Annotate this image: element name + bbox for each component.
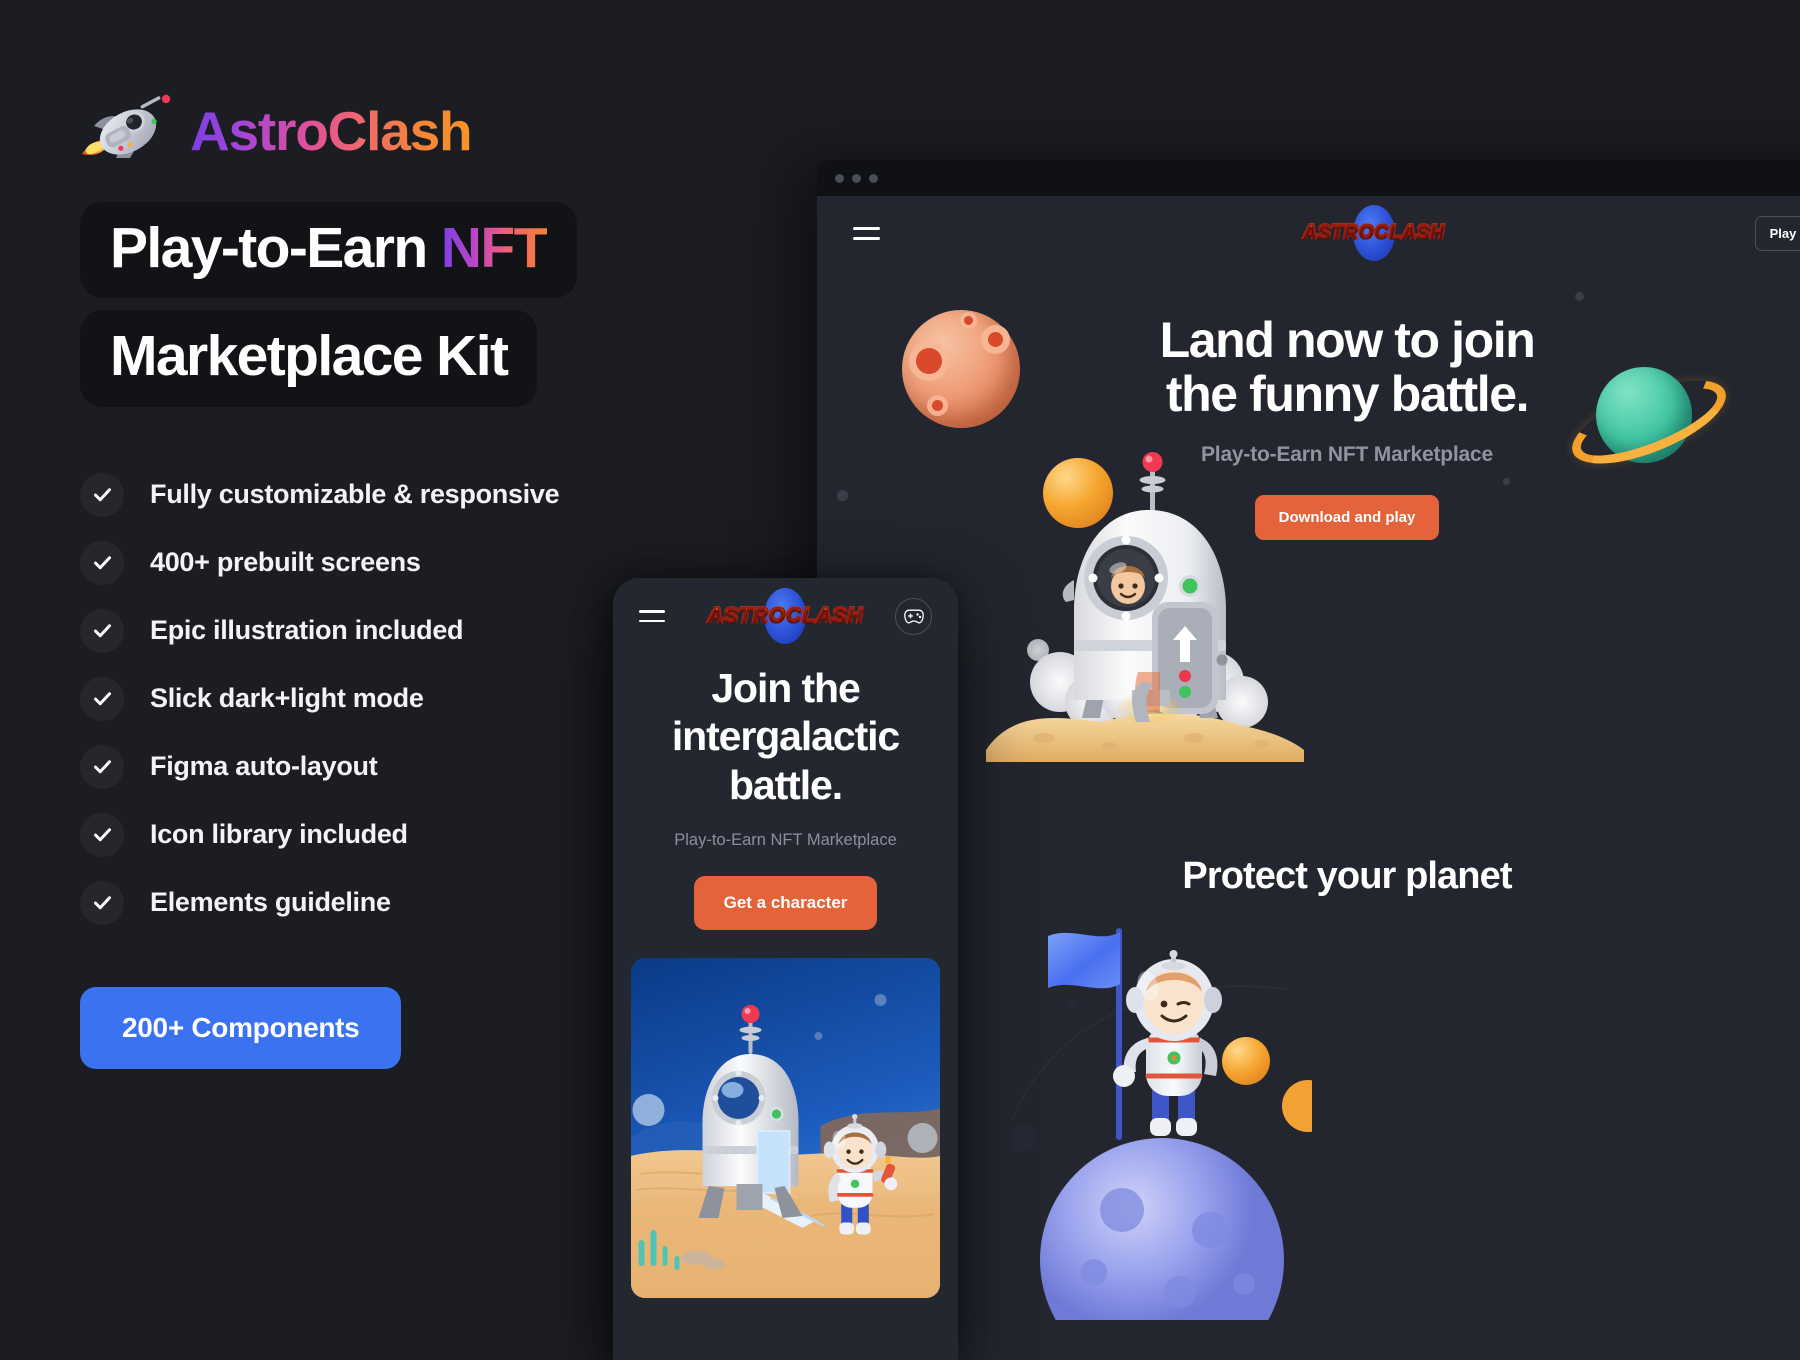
hero-title: Land now to join the funny battle.	[1159, 312, 1536, 422]
components-cta-button[interactable]: 200+ Components	[80, 986, 402, 1069]
headline-text-line2: Marketplace Kit	[110, 324, 509, 389]
astronaut-flag-illustration	[1001, 900, 1334, 1360]
rocket-illustration	[974, 450, 1314, 770]
feature-label: Fully customizable & responsive	[150, 479, 560, 510]
mobile-hero-image	[631, 958, 940, 1299]
headline-line-1: Play-to-Earn NFT	[80, 202, 577, 299]
desktop-navbar: ASTROCLASH Play now	[817, 196, 1800, 270]
window-dot-minimize[interactable]	[852, 173, 861, 183]
headline: Play-to-Earn NFT Marketplace Kit	[80, 202, 780, 419]
mobile-hero: Join the intergalactic battle. Play-to-E…	[613, 654, 958, 931]
mobile-navbar: ASTROCLASH	[613, 578, 958, 654]
brand-lockup: AstroClash	[80, 88, 780, 174]
mobile-hero-title: Join the intergalactic battle.	[671, 665, 900, 808]
rocket-icon	[80, 92, 176, 170]
desktop-site-logo[interactable]: ASTROCLASH	[1302, 205, 1446, 261]
window-dot-close[interactable]	[835, 173, 844, 183]
get-a-character-button[interactable]: Get a character	[693, 876, 878, 931]
check-icon	[80, 472, 124, 517]
logo-wordmark: ASTROCLASH	[1302, 221, 1446, 245]
check-icon	[80, 608, 124, 653]
feature-label: Epic illustration included	[150, 615, 464, 646]
play-now-button[interactable]: Play now	[1754, 215, 1800, 251]
check-icon	[80, 744, 124, 789]
feature-label: Elements guideline	[150, 887, 391, 918]
hamburger-icon[interactable]	[639, 609, 665, 623]
hamburger-icon[interactable]	[853, 226, 880, 240]
feature-label: Slick dark+light mode	[150, 683, 424, 714]
gamepad-icon[interactable]	[895, 597, 932, 635]
headline-text-plain: Play-to-Earn	[110, 216, 441, 280]
headline-text-accent: NFT	[440, 216, 549, 280]
protect-section-title: Protect your planet	[1182, 855, 1512, 897]
feature-label: Figma auto-layout	[150, 751, 378, 782]
check-icon	[80, 676, 124, 721]
promo-poster: gins Real-time ga e war maxime ut e maio…	[0, 0, 1800, 1360]
desktop-browser-mockup: ASTROCLASH Play now Land now to join the…	[817, 160, 1800, 1360]
check-icon	[80, 812, 124, 857]
mobile-hero-subtitle: Play-to-Earn NFT Marketplace	[674, 831, 897, 850]
feature-label: Icon library included	[150, 819, 408, 850]
mobile-phone-mockup: ASTROCLASH Join the intergalactic battle…	[613, 578, 958, 1360]
brand-name: AstroClash	[190, 100, 473, 162]
feature-label: 400+ prebuilt screens	[150, 547, 421, 578]
window-dot-maximize[interactable]	[869, 173, 878, 183]
check-icon	[80, 880, 124, 925]
mobile-site-logo[interactable]: ASTROCLASH	[706, 588, 864, 644]
logo-wordmark: ASTROCLASH	[706, 603, 864, 629]
feature-item: Fully customizable & responsive	[80, 472, 780, 517]
browser-titlebar	[817, 160, 1800, 196]
headline-line-2: Marketplace Kit	[80, 310, 538, 407]
check-icon	[80, 540, 124, 585]
